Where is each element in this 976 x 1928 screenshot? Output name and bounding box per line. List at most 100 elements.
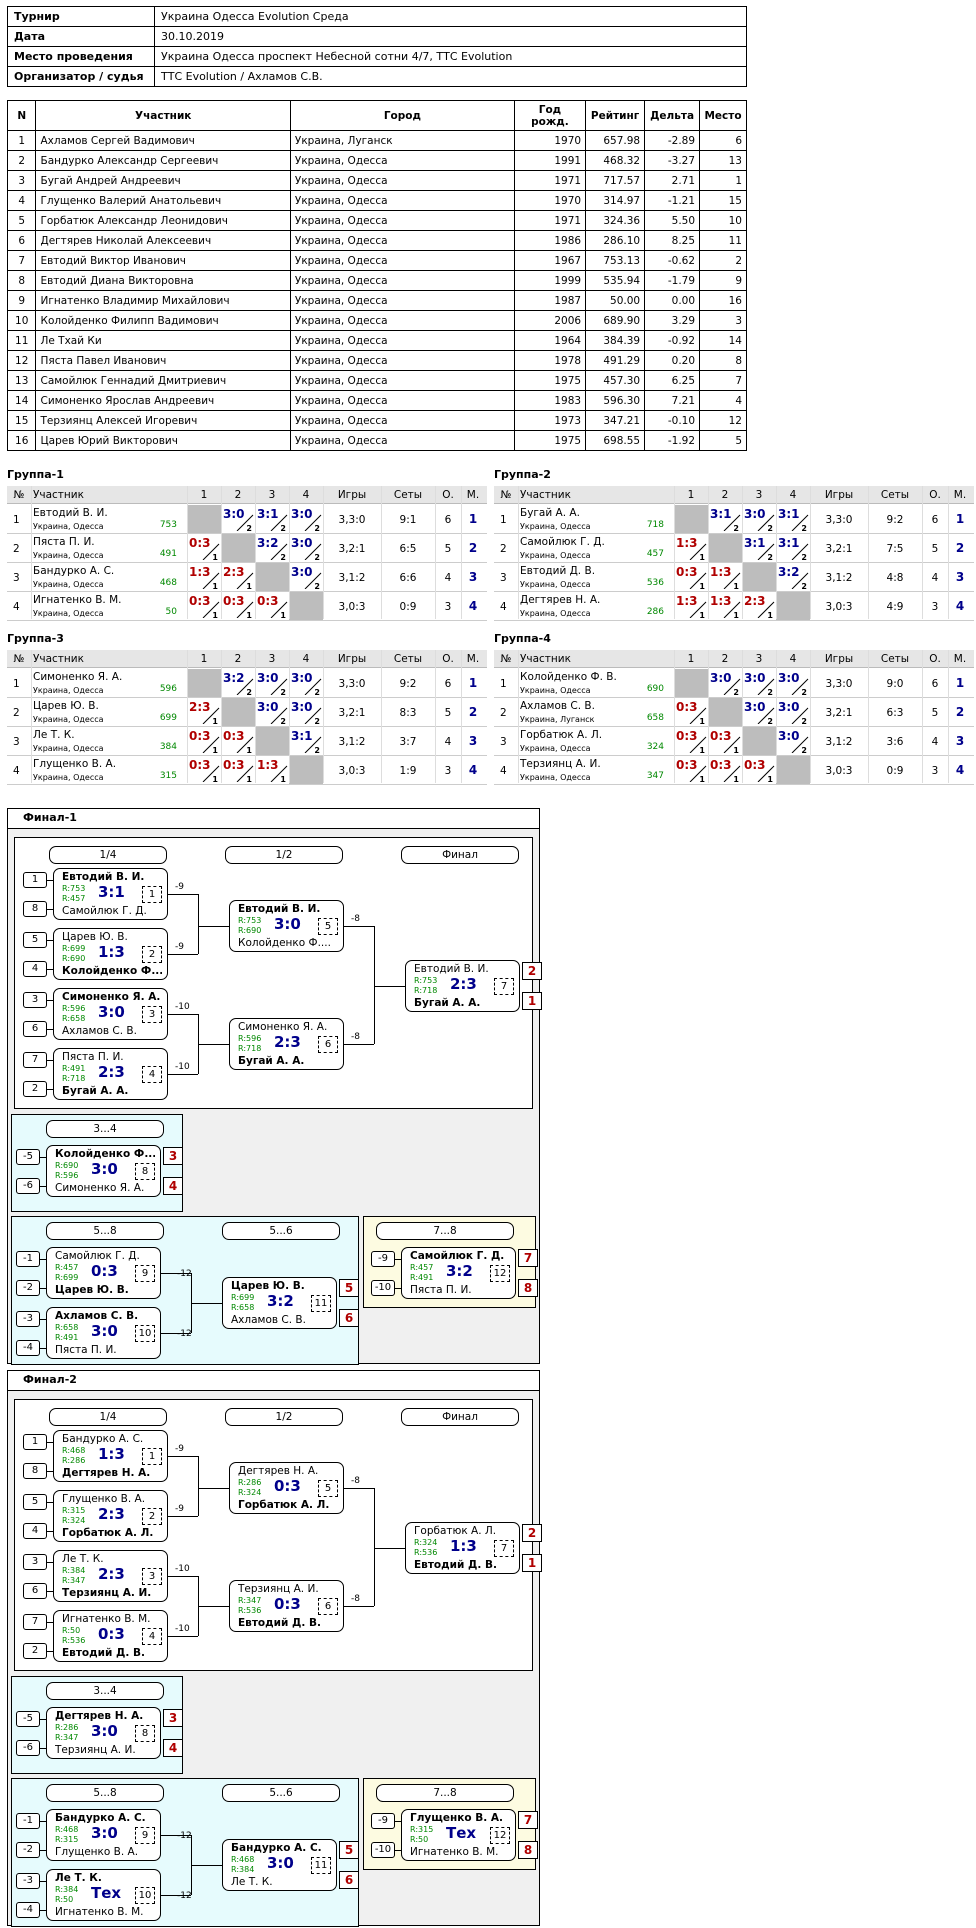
row-number: 2 [500,543,507,555]
column-divider [255,650,256,783]
bracket-line [47,1442,53,1443]
bracket-line [395,1850,401,1851]
stat-games: 3,2:1 [825,707,853,719]
seed-badge: -6 [16,1740,40,1756]
participant-cell: Горбатюк Александр Леонидович [35,210,291,231]
score-cell: 3:1 2 [708,505,742,533]
player-city: Украина, Одесса [33,773,104,782]
bracket-line [40,1186,46,1187]
match-points: 1 [733,775,739,784]
slash-mark [202,601,220,618]
stat-place: 3 [955,734,965,748]
participant-cell: Дегтярев Николай Алексеевич [35,230,291,251]
match-box: Ахламов С. В. Пяста П. И. R:658 R:491 3:0 10 [46,1307,161,1359]
score-cell: 3:2 2 [255,534,289,562]
stat-place: 3 [468,734,478,748]
match-points: 2 [801,746,807,755]
info-value: ТТС Evolution / Ахламов С.В. [154,66,747,87]
group-row: 1 Колойденко Ф. В. Украина, Одесса 690 3:0 2 3… [494,669,974,698]
player-rating: 753 [159,520,177,530]
player-2-rating: R:596 [55,1171,79,1180]
loser-link: -10 [175,1624,190,1634]
player-2-rating: R:347 [55,1733,79,1742]
player-name: Горбатюк А. Л. [520,729,603,741]
bracket-line [168,894,198,895]
seed-badge: 8 [23,1463,47,1479]
self-cell [289,756,323,784]
player-1-rating: R:753 [414,976,438,985]
participant-cell: Колойденко Филипп Вадимович [35,310,291,331]
bracket-line [395,1259,401,1260]
group-header-cell: № [13,489,25,501]
participant-cell: 1975 [513,430,587,451]
match-box: Бандурко А. С. Глущенко В. А. R:468 R:315 3:… [46,1809,161,1861]
round-label: 7...8 [376,1784,514,1802]
score-cell: 3:1 2 [742,534,776,562]
player-city: Украина, Одесса [33,744,104,753]
player-1-name: Горбатюк А. Л. [414,1525,497,1537]
player-2-rating: R:50 [55,1895,74,1904]
participant-cell: 3 [699,310,747,331]
player-rating: 718 [646,520,664,530]
participant-row: 8 Евтодий Диана Викторовна Украина, Одесса… [6,270,747,291]
bracket-line [191,1303,222,1304]
player-1-name: Самойлюк Г. Д. [410,1250,505,1262]
player-2-rating: R:286 [62,1456,86,1465]
score-cell: 0:3 1 [708,727,742,755]
place-badge: 3 [163,1709,183,1727]
player-1-rating: R:699 [231,1293,255,1302]
participant-cell: Игнатенко Владимир Михайлович [35,290,291,311]
score-cell: 0:3 1 [674,756,708,784]
participant-cell: 5 [6,210,37,231]
match-points: 2 [801,553,807,562]
player-city: Украина, Одесса [33,609,104,618]
participant-cell: Украина, Одесса [289,370,515,391]
match-score: 3:0 [267,1854,294,1872]
slash-mark [236,514,254,531]
bracket-line [47,880,53,881]
participant-row: 11 Ле Тхай Ки Украина, Одесса 1964 384.39 -0.… [6,330,747,351]
score-cell: 0:3 1 [221,592,255,620]
loser-link: -9 [175,1444,184,1454]
loser-link: -8 [351,1476,360,1486]
slash-mark [202,572,220,589]
row-number: 3 [13,572,20,584]
match-number: 9 [135,1827,155,1844]
column-divider [435,486,436,619]
match-box: Игнатенко В. М. Евтодий Д. В. R:50 R:536 0:3… [53,1610,168,1662]
stat-place: 1 [955,676,965,690]
stat-place: 2 [468,541,478,555]
group-header-cell: 2 [234,489,242,501]
participant-cell: 1971 [513,210,587,231]
participant-cell: Украина, Одесса [289,150,515,171]
participant-cell: 2 [699,250,747,271]
stat-sets: 1:9 [399,765,417,777]
self-cell [776,592,810,620]
match-points: 1 [212,553,218,562]
match-number: 9 [135,1265,155,1282]
seed-badge: 7 [23,1052,47,1068]
score-cell: 0:3 1 [187,534,221,562]
group-header-cell: М. [466,489,480,501]
match-points: 1 [699,717,705,726]
bracket-line [168,1576,198,1577]
bracket-3-4: 3...4 Колойденко Ф.... Симоненко Я. А. R:69… [11,1114,183,1212]
seed-badge: -3 [16,1311,40,1327]
match-points: 1 [699,582,705,591]
place-badge: 2 [522,962,542,980]
player-1-rating: R:347 [238,1596,262,1605]
participant-cell: -1.92 [644,430,701,451]
bracket-line [168,1074,198,1075]
match-points: 2 [801,524,807,533]
player-1-name: Ахламов С. В. [55,1310,139,1322]
group-table: № Участник 1 2 3 4 Игры Сеты О. М. 1 Симоненко Я. А… [7,650,487,785]
bracket-line [40,1881,46,1882]
match-number: 10 [135,1325,155,1342]
group-row: 4 Дегтярев Н. А. Украина, Одесса 286 1:3 1 1:3… [494,592,974,621]
player-2-rating: R:536 [238,1606,262,1615]
match-points: 2 [733,524,739,533]
seed-badge: -2 [16,1842,40,1858]
participant-cell: 15 [6,410,37,431]
slash-mark [689,543,707,560]
player-rating: 324 [646,742,664,752]
